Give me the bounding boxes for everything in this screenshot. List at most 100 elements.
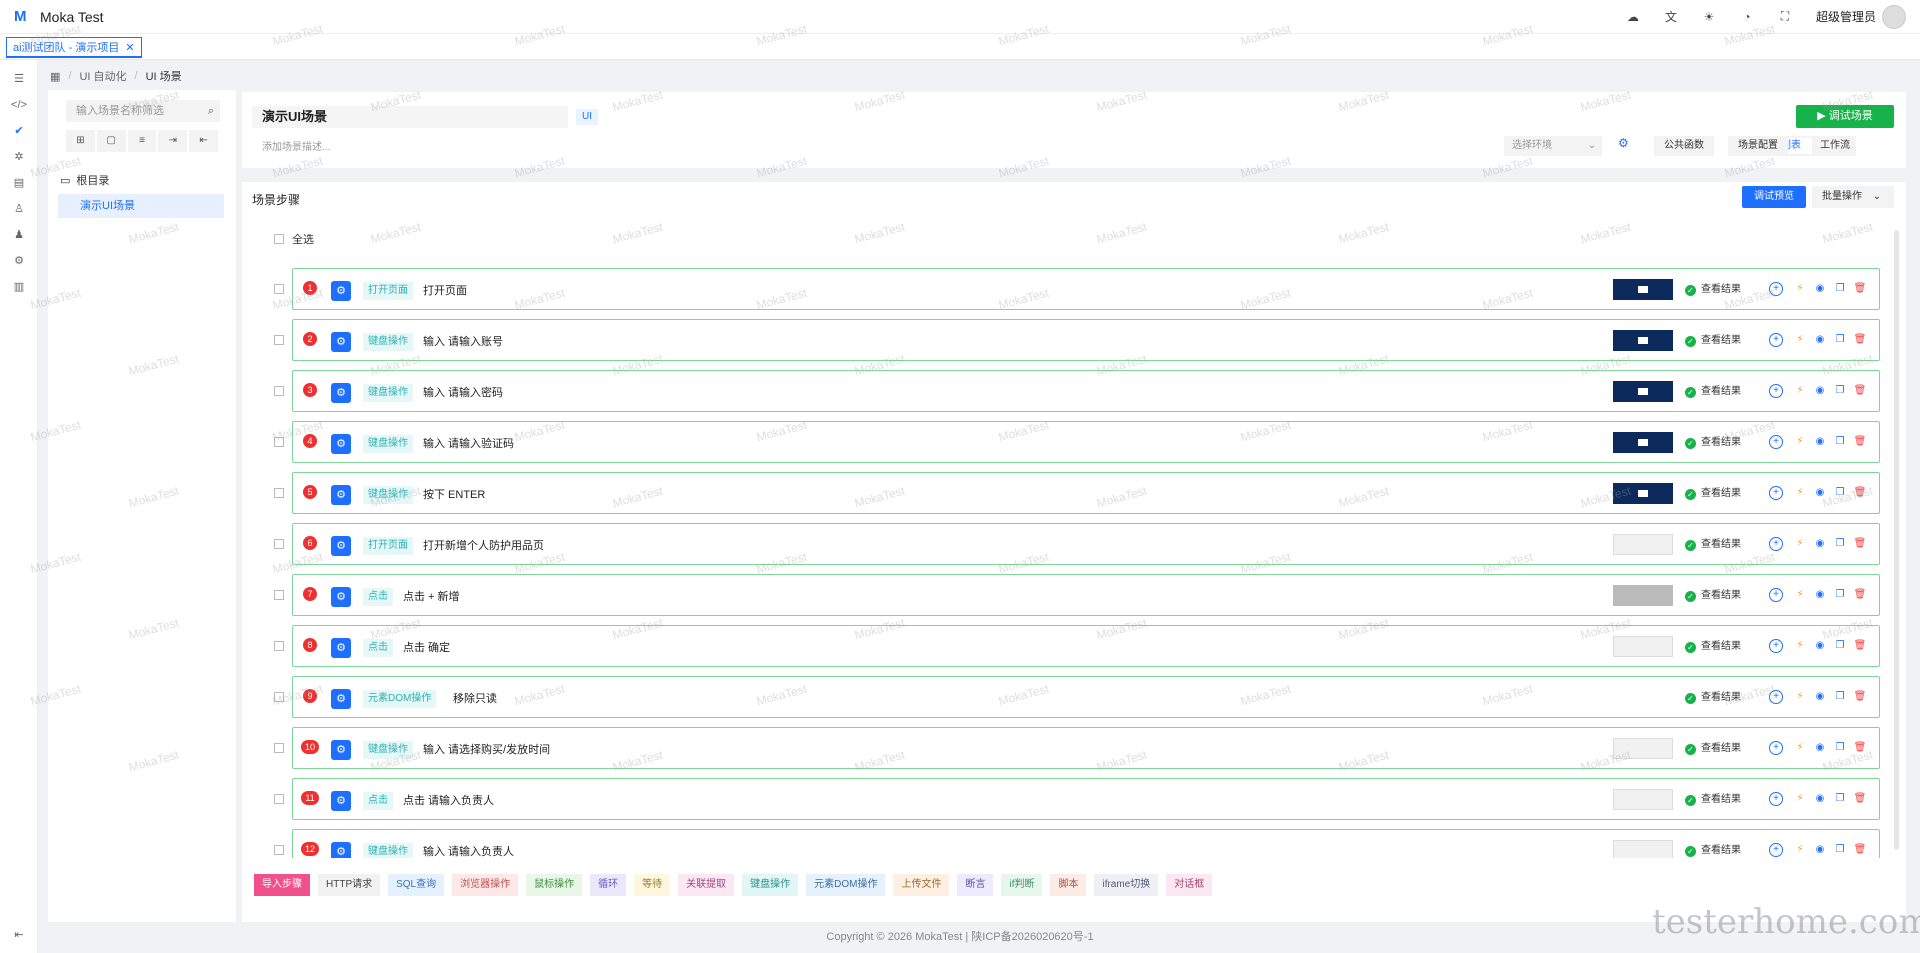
add-step-icon[interactable]: + [1769, 639, 1783, 653]
breadcrumb-item[interactable]: UI 自动化 [79, 68, 126, 84]
step-row[interactable]: 7 ⚙ 点击 点击 + 新增 ✓ 查看结果 + ⚡ ◉ ❐ 🗑 [242, 574, 1906, 616]
copy-icon[interactable]: ❐ [1833, 333, 1847, 347]
add-step-icon[interactable]: + [1769, 537, 1783, 551]
delete-icon[interactable]: 🗑 [1853, 435, 1867, 449]
bolt-icon[interactable]: ⚡ [1793, 690, 1807, 704]
step-row[interactable]: 2 ⚙ 键盘操作 输入 请输入账号 ✓ 查看结果 + ⚡ ◉ ❐ 🗑 [242, 319, 1906, 361]
step-settings-icon[interactable]: ⚙ [331, 434, 351, 454]
step-settings-icon[interactable]: ⚙ [331, 485, 351, 505]
step-checkbox[interactable] [274, 692, 284, 702]
app-logo[interactable]: M Moka Test [14, 9, 104, 25]
step-screenshot[interactable] [1613, 330, 1673, 351]
eye-icon[interactable]: ◉ [1813, 792, 1827, 806]
step-card[interactable]: 10 ⚙ 键盘操作 输入 请选择购买/发放时间 ✓ 查看结果 + ⚡ ◉ ❐ 🗑 [292, 727, 1880, 769]
debug-scene-button[interactable]: ▶ 调试场景 [1796, 105, 1894, 128]
correlation-extract-button[interactable]: 关联提取 [678, 874, 735, 896]
step-row[interactable]: 4 ⚙ 键盘操作 输入 请输入验证码 ✓ 查看结果 + ⚡ ◉ ❐ 🗑 [242, 421, 1906, 463]
bolt-icon[interactable]: ⚡ [1793, 537, 1807, 551]
step-row[interactable]: 3 ⚙ 键盘操作 输入 请输入密码 ✓ 查看结果 + ⚡ ◉ ❐ 🗑 [242, 370, 1906, 412]
menu-icon[interactable]: ☰ [10, 70, 28, 88]
public-functions-button[interactable]: 公共函数 [1654, 136, 1714, 156]
new-folder-icon[interactable]: ⊞ [66, 130, 95, 152]
fullscreen-icon[interactable]: ⛶ [1776, 8, 1794, 26]
step-card[interactable]: 8 ⚙ 点击 点击 确定 ✓ 查看结果 + ⚡ ◉ ❐ 🗑 [292, 625, 1880, 667]
delete-icon[interactable]: 🗑 [1853, 639, 1867, 653]
dialog-button[interactable]: 对话框 [1166, 874, 1213, 896]
delete-icon[interactable]: 🗑 [1853, 333, 1867, 347]
bolt-icon[interactable]: ⚡ [1793, 384, 1807, 398]
step-screenshot[interactable] [1613, 636, 1673, 657]
view-result-link[interactable]: ✓ 查看结果 [1685, 435, 1741, 451]
element-dom-operation-button[interactable]: 元素DOM操作 [806, 874, 886, 896]
step-row[interactable]: 11 ⚙ 点击 点击 请输入负责人 ✓ 查看结果 + ⚡ ◉ ❐ 🗑 [242, 778, 1906, 820]
copy-icon[interactable]: ❐ [1833, 537, 1847, 551]
eye-icon[interactable]: ◉ [1813, 282, 1827, 296]
step-settings-icon[interactable]: ⚙ [331, 332, 351, 352]
close-icon[interactable]: ✕ [125, 41, 134, 54]
view-result-link[interactable]: ✓ 查看结果 [1685, 588, 1741, 604]
export-icon[interactable]: ⇥ [158, 130, 188, 152]
bolt-icon[interactable]: ⚡ [1793, 588, 1807, 602]
step-checkbox[interactable] [274, 488, 284, 498]
calendar-icon[interactable]: ▤ [10, 174, 28, 192]
step-row[interactable]: 12 ⚙ 键盘操作 输入 请输入负责人 ✓ 查看结果 + ⚡ ◉ ❐ 🗑 [242, 829, 1906, 858]
script-button[interactable]: 脚本 [1050, 874, 1087, 896]
view-result-link[interactable]: ✓ 查看结果 [1685, 639, 1741, 655]
new-file-icon[interactable]: ▢ [96, 130, 126, 152]
add-step-icon[interactable]: + [1769, 282, 1783, 296]
copy-icon[interactable]: ❐ [1833, 486, 1847, 500]
copy-icon[interactable]: ❐ [1833, 690, 1847, 704]
step-card[interactable]: 12 ⚙ 键盘操作 输入 请输入负责人 ✓ 查看结果 + ⚡ ◉ ❐ 🗑 [292, 829, 1880, 858]
delete-icon[interactable]: 🗑 [1853, 690, 1867, 704]
wait-button[interactable]: 等待 [634, 874, 671, 896]
import-icon[interactable]: ⇤ [189, 130, 218, 152]
user-icon[interactable]: ♙ [10, 200, 28, 218]
add-step-icon[interactable]: + [1769, 792, 1783, 806]
step-card[interactable]: 7 ⚙ 点击 点击 + 新增 ✓ 查看结果 + ⚡ ◉ ❐ 🗑 [292, 574, 1880, 616]
bolt-icon[interactable]: ⚡ [1793, 639, 1807, 653]
step-card[interactable]: 3 ⚙ 键盘操作 输入 请输入密码 ✓ 查看结果 + ⚡ ◉ ❐ 🗑 [292, 370, 1880, 412]
sun-icon[interactable]: ☀ [1700, 8, 1718, 26]
translate-icon[interactable]: 文 [1662, 8, 1680, 26]
import-steps-button[interactable]: 导入步骤 [254, 874, 310, 896]
step-card[interactable]: 4 ⚙ 键盘操作 输入 请输入验证码 ✓ 查看结果 + ⚡ ◉ ❐ 🗑 [292, 421, 1880, 463]
step-checkbox[interactable] [274, 335, 284, 345]
http-request-button[interactable]: HTTP请求 [318, 874, 381, 896]
step-checkbox[interactable] [274, 641, 284, 651]
settings-icon[interactable]: ⚙ [10, 252, 28, 270]
step-settings-icon[interactable]: ⚙ [331, 689, 351, 709]
step-settings-icon[interactable]: ⚙ [331, 281, 351, 301]
scene-config-button[interactable]: 场景配置 [1728, 136, 1788, 156]
add-step-icon[interactable]: + [1769, 333, 1783, 347]
step-card[interactable]: 6 ⚙ 打开页面 打开新增个人防护用品页 ✓ 查看结果 + ⚡ ◉ ❐ 🗑 [292, 523, 1880, 565]
step-card[interactable]: 5 ⚙ 键盘操作 按下 ENTER ✓ 查看结果 + ⚡ ◉ ❐ 🗑 [292, 472, 1880, 514]
step-checkbox[interactable] [274, 845, 284, 855]
step-settings-icon[interactable]: ⚙ [331, 383, 351, 403]
delete-icon[interactable]: 🗑 [1853, 588, 1867, 602]
bug-icon[interactable]: ✲ [10, 148, 28, 166]
step-row[interactable]: 5 ⚙ 键盘操作 按下 ENTER ✓ 查看结果 + ⚡ ◉ ❐ 🗑 [242, 472, 1906, 514]
eye-icon[interactable]: ◉ [1813, 333, 1827, 347]
add-step-icon[interactable]: + [1769, 384, 1783, 398]
copy-icon[interactable]: ❐ [1833, 435, 1847, 449]
eye-icon[interactable]: ◉ [1813, 690, 1827, 704]
step-screenshot[interactable] [1613, 432, 1673, 453]
step-card[interactable]: 11 ⚙ 点击 点击 请输入负责人 ✓ 查看结果 + ⚡ ◉ ❐ 🗑 [292, 778, 1880, 820]
step-screenshot[interactable] [1613, 534, 1673, 555]
view-result-link[interactable]: ✓ 查看结果 [1685, 690, 1741, 706]
add-step-icon[interactable]: + [1769, 741, 1783, 755]
step-row[interactable]: 6 ⚙ 打开页面 打开新增个人防护用品页 ✓ 查看结果 + ⚡ ◉ ❐ 🗑 [242, 523, 1906, 565]
avatar[interactable] [1882, 4, 1906, 29]
scene-search-input[interactable]: 输入场景名称筛选 ⌕ [66, 100, 220, 122]
check-circle-icon[interactable]: ✔ [10, 122, 28, 140]
batch-operation-button[interactable]: 批量操作 ⌄ [1812, 186, 1894, 208]
copy-icon[interactable]: ❐ [1833, 588, 1847, 602]
view-result-link[interactable]: ✓ 查看结果 [1685, 792, 1741, 808]
step-screenshot[interactable] [1613, 381, 1673, 402]
scrollbar[interactable] [1894, 230, 1899, 850]
mouse-operation-button[interactable]: 鼠标操作 [526, 874, 583, 896]
loop-button[interactable]: 循环 [590, 874, 627, 896]
step-checkbox[interactable] [274, 743, 284, 753]
copy-icon[interactable]: ❐ [1833, 741, 1847, 755]
tree-root[interactable]: ▭ 根目录 [60, 172, 109, 188]
